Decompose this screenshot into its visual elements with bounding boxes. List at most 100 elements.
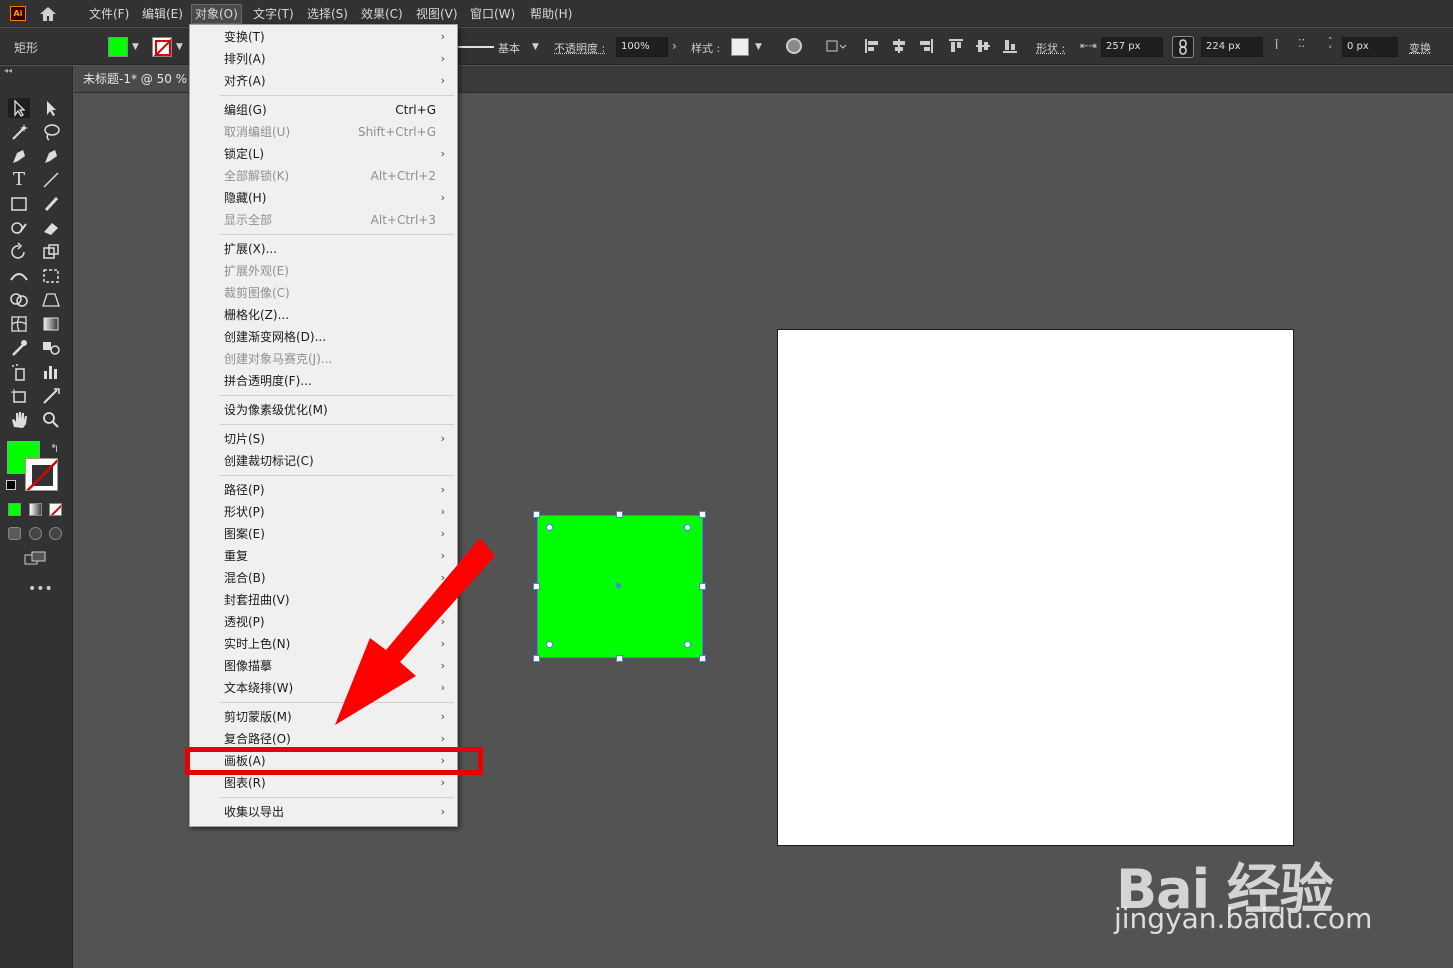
fill-swatch[interactable]: [108, 37, 128, 57]
menu-file[interactable]: 文件(F): [86, 5, 132, 23]
shape-builder-tool-icon[interactable]: [8, 290, 30, 310]
link-proportions-icon[interactable]: [1172, 36, 1194, 58]
corner-type-icon[interactable]: ⁚⁚: [1298, 37, 1312, 51]
direct-selection-tool-icon[interactable]: [40, 98, 62, 118]
scale-tool-icon[interactable]: [40, 242, 62, 262]
menu-item-slice[interactable]: 切片(S) ›: [190, 428, 457, 450]
lasso-tool-icon[interactable]: [40, 122, 62, 142]
align-to-icon[interactable]: [826, 39, 847, 53]
hand-tool-icon[interactable]: [8, 410, 30, 430]
menu-item-expand[interactable]: 扩展(X)...: [190, 238, 457, 260]
menu-item-lock[interactable]: 锁定(L) ›: [190, 143, 457, 165]
mesh-tool-icon[interactable]: [8, 314, 30, 334]
chevron-right-icon[interactable]: ›: [672, 39, 677, 53]
opacity-input[interactable]: 100%: [616, 37, 668, 57]
corner-widget[interactable]: [684, 524, 691, 531]
align-right-icon[interactable]: [919, 39, 933, 53]
more-tools-icon[interactable]: •••: [28, 581, 53, 597]
menu-item-ungroup[interactable]: 取消编组(U) Shift+Ctrl+G: [190, 121, 457, 143]
type-tool-icon[interactable]: T: [8, 170, 30, 190]
bbox-handle[interactable]: [616, 511, 623, 518]
stroke-profile-label[interactable]: 基本: [498, 40, 520, 56]
menu-item-gradient-mesh[interactable]: 创建渐变网格(D)...: [190, 326, 457, 348]
transform-button[interactable]: 变换: [1409, 40, 1431, 56]
menu-item-pixel-perfect[interactable]: 设为像素级优化(M): [190, 399, 457, 421]
align-center-v-icon[interactable]: [976, 39, 990, 53]
menu-effect[interactable]: 效果(C): [358, 5, 406, 23]
corner-widget[interactable]: [684, 641, 691, 648]
line-tool-icon[interactable]: [40, 170, 62, 190]
draw-inside-icon[interactable]: [49, 527, 62, 540]
menu-item-hide[interactable]: 隐藏(H) ›: [190, 187, 457, 209]
menu-window[interactable]: 窗口(W): [467, 5, 518, 23]
menu-help[interactable]: 帮助(H): [527, 5, 575, 23]
corner-radius-input[interactable]: 0 px: [1342, 37, 1398, 57]
column-graph-tool-icon[interactable]: [40, 362, 62, 382]
bbox-handle[interactable]: [533, 583, 540, 590]
menu-view[interactable]: 视图(V): [413, 5, 461, 23]
chevron-down-icon[interactable]: ▼: [755, 42, 762, 52]
menu-item-group[interactable]: 编组(G) Ctrl+G: [190, 99, 457, 121]
chevron-down-icon[interactable]: ▼: [532, 42, 539, 52]
menu-item-object-mosaic[interactable]: 创建对象马赛克(J)...: [190, 348, 457, 370]
rotate-tool-icon[interactable]: [8, 242, 30, 262]
menu-item-align[interactable]: 对齐(A) ›: [190, 70, 457, 92]
slice-tool-icon[interactable]: [40, 386, 62, 406]
stroke-color-box[interactable]: [25, 458, 58, 491]
align-top-icon[interactable]: [949, 39, 963, 53]
menu-item-collect-for-export[interactable]: 收集以导出 ›: [190, 801, 457, 823]
menu-item-unlock-all[interactable]: 全部解锁(K) Alt+Ctrl+2: [190, 165, 457, 187]
width-tool-icon[interactable]: [8, 266, 30, 286]
pen-tool-icon[interactable]: [8, 146, 30, 166]
height-input[interactable]: 224 px: [1201, 37, 1263, 57]
menu-item-shape[interactable]: 形状(P) ›: [190, 501, 457, 523]
blend-tool-icon[interactable]: [40, 338, 62, 358]
draw-behind-icon[interactable]: [29, 527, 42, 540]
collapse-icon[interactable]: ◂◂: [4, 66, 12, 75]
recolor-icon[interactable]: [786, 38, 802, 54]
stroke-swatch[interactable]: [152, 37, 172, 57]
artboard[interactable]: [777, 329, 1294, 846]
chevron-down-icon[interactable]: ▼: [132, 42, 139, 52]
home-icon[interactable]: [38, 5, 58, 23]
shaper-tool-icon[interactable]: [8, 218, 30, 238]
menu-item-graph[interactable]: 图表(R) ›: [190, 772, 457, 794]
menu-edit[interactable]: 编辑(E): [139, 5, 186, 23]
curvature-tool-icon[interactable]: [40, 146, 62, 166]
menu-item-show-all[interactable]: 显示全部 Alt+Ctrl+3: [190, 209, 457, 231]
bbox-handle[interactable]: [699, 583, 706, 590]
stepper-icon[interactable]: ˄ ˅: [1328, 38, 1333, 56]
menu-item-expand-appearance[interactable]: 扩展外观(E): [190, 260, 457, 282]
bbox-handle[interactable]: [616, 655, 623, 662]
align-bottom-icon[interactable]: [1003, 39, 1017, 53]
swap-colors-icon[interactable]: ↰: [50, 442, 59, 455]
menu-item-flatten-transparency[interactable]: 拼合透明度(F)...: [190, 370, 457, 392]
none-mode-icon[interactable]: [49, 503, 62, 516]
bbox-handle[interactable]: [699, 655, 706, 662]
symbol-sprayer-tool-icon[interactable]: [8, 362, 30, 382]
menu-type[interactable]: 文字(T): [250, 5, 297, 23]
menu-item-rasterize[interactable]: 栅格化(Z)...: [190, 304, 457, 326]
document-tab[interactable]: 未标题-1* @ 50 %: [74, 66, 191, 92]
screen-mode-icon[interactable]: [24, 551, 48, 565]
bbox-handle[interactable]: [533, 655, 540, 662]
paintbrush-tool-icon[interactable]: [40, 194, 62, 214]
bbox-handle[interactable]: [699, 511, 706, 518]
zoom-tool-icon[interactable]: [40, 410, 62, 430]
draw-normal-icon[interactable]: [8, 527, 21, 540]
opacity-label[interactable]: 不透明度 :: [554, 40, 605, 56]
eyedropper-tool-icon[interactable]: [8, 338, 30, 358]
artboard-tool-icon[interactable]: [8, 386, 30, 406]
menu-item-arrange[interactable]: 排列(A) ›: [190, 48, 457, 70]
selection-tool-icon[interactable]: [8, 98, 30, 118]
menu-item-transform[interactable]: 变换(T) ›: [190, 26, 457, 48]
corner-widget[interactable]: [546, 641, 553, 648]
free-transform-tool-icon[interactable]: [40, 266, 62, 286]
align-center-h-icon[interactable]: [892, 39, 906, 53]
eraser-tool-icon[interactable]: [40, 218, 62, 238]
align-left-icon[interactable]: [865, 39, 879, 53]
rectangle-tool-icon[interactable]: [8, 194, 30, 214]
menu-item-path[interactable]: 路径(P) ›: [190, 479, 457, 501]
menu-select[interactable]: 选择(S): [304, 5, 351, 23]
magic-wand-tool-icon[interactable]: [8, 122, 30, 142]
